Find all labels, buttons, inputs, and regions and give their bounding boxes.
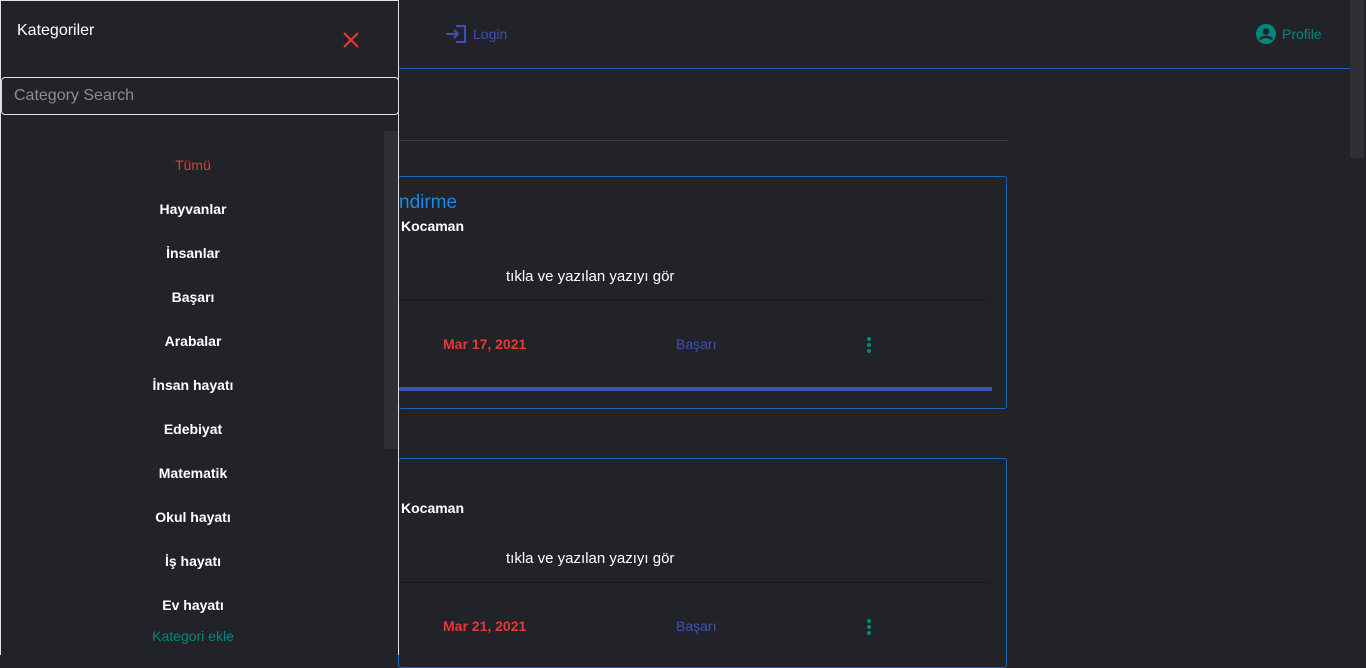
post-category-link[interactable]: Başarı xyxy=(676,618,716,634)
category-item-edebiyat[interactable]: Edebiyat xyxy=(1,407,385,451)
nav-profile-link[interactable]: Profile xyxy=(1256,24,1322,44)
more-vert-icon[interactable] xyxy=(867,337,873,355)
post-date: Mar 17, 2021 xyxy=(443,336,527,352)
category-item-matematik[interactable]: Matematik xyxy=(1,451,385,495)
category-item-insan-hayati[interactable]: İnsan hayatı xyxy=(1,363,385,407)
category-list: Tümü Hayvanlar İnsanlar Başarı Arabalar … xyxy=(1,143,385,627)
login-arrow-icon xyxy=(446,25,466,43)
category-item-tumu[interactable]: Tümü xyxy=(1,143,385,187)
nav-profile-label: Profile xyxy=(1282,26,1322,42)
post-category-link[interactable]: Başarı xyxy=(676,336,716,352)
post-author: Kocaman xyxy=(401,500,465,516)
post-author: Kocaman xyxy=(401,218,465,234)
category-search-input[interactable] xyxy=(1,77,399,115)
category-item-arabalar[interactable]: Arabalar xyxy=(1,319,385,363)
nav-login-label: Login xyxy=(473,26,508,42)
category-drawer: Kategoriler Tümü Hayvanlar İnsanlar Başa… xyxy=(0,0,399,655)
post-progress-bar xyxy=(399,387,992,391)
category-item-okul-hayati[interactable]: Okul hayatı xyxy=(1,495,385,539)
category-item-ev-hayati[interactable]: Ev hayatı xyxy=(1,583,385,627)
drawer-title: Kategoriler xyxy=(17,22,95,39)
add-category-link[interactable]: Kategori ekle xyxy=(1,628,385,644)
category-item-insanlar[interactable]: İnsanlar xyxy=(1,231,385,275)
page-scrollbar[interactable] xyxy=(1350,0,1366,655)
post-title[interactable]: ndirme xyxy=(399,192,457,214)
post-body[interactable]: tıkla ve yazılan yazıyı gör xyxy=(399,537,990,583)
more-vert-icon[interactable] xyxy=(867,619,873,637)
post-card[interactable]: Kocaman tıkla ve yazılan yazıyı gör Mar … xyxy=(398,458,1007,668)
page-scrollbar-thumb[interactable] xyxy=(1350,0,1364,158)
category-item-hayvanlar[interactable]: Hayvanlar xyxy=(1,187,385,231)
post-date: Mar 21, 2021 xyxy=(443,618,527,634)
account-circle-icon xyxy=(1256,24,1276,44)
category-item-is-hayati[interactable]: İş hayatı xyxy=(1,539,385,583)
post-body[interactable]: tıkla ve yazılan yazıyı gör xyxy=(399,255,990,301)
post-card[interactable]: ndirme Kocaman tıkla ve yazılan yazıyı g… xyxy=(398,176,1007,409)
drawer-scrollbar-thumb[interactable] xyxy=(384,131,398,449)
nav-login-link[interactable]: Login xyxy=(445,24,507,44)
category-item-basari[interactable]: Başarı xyxy=(1,275,385,319)
content-divider xyxy=(398,140,1008,141)
post-body-text: tıkla ve yazılan yazıyı gör xyxy=(506,268,675,285)
post-body-text: tıkla ve yazılan yazıyı gör xyxy=(506,550,675,567)
close-icon[interactable] xyxy=(342,31,360,49)
